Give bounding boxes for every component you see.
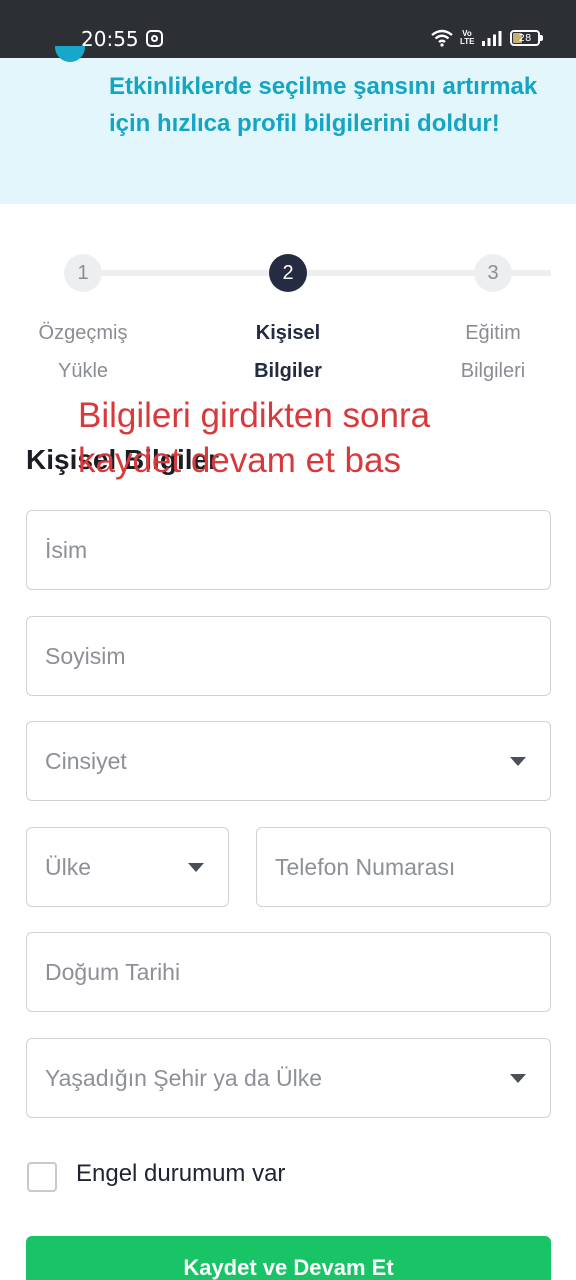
surname-input[interactable]: Soyisim xyxy=(26,616,551,696)
instagram-notification-icon xyxy=(146,30,163,47)
step-2-label: Kişisel Bilgiler xyxy=(213,314,363,390)
volte-icon: Vo LTE xyxy=(460,29,475,46)
status-time: 20:55 xyxy=(81,27,139,51)
annotation-overlay-text: Bilgileri girdikten sonra kaydet devam e… xyxy=(78,396,431,480)
gender-placeholder: Cinsiyet xyxy=(45,747,127,774)
birthdate-input[interactable]: Doğum Tarihi xyxy=(26,932,551,1012)
phone-placeholder: Telefon Numarası xyxy=(275,853,456,880)
step-3-circle[interactable]: 3 xyxy=(474,254,512,292)
progress-stepper: 1 2 3 Özgeçmiş Yükle Kişisel Bilgiler Eğ… xyxy=(0,254,576,394)
gender-select[interactable]: Cinsiyet xyxy=(26,721,551,801)
disability-checkbox-label[interactable]: Engel durumum var xyxy=(76,1160,285,1188)
step-3-label-line2: Bilgileri xyxy=(460,360,526,382)
country-placeholder: Ülke xyxy=(45,853,92,880)
step-2-circle[interactable]: 2 xyxy=(269,254,307,292)
step-3-label: Eğitim Bilgileri xyxy=(418,314,568,390)
info-icon xyxy=(55,46,85,62)
step-2-label-line1: Kişisel xyxy=(255,322,321,344)
disability-checkbox[interactable] xyxy=(27,1162,57,1192)
surname-placeholder: Soyisim xyxy=(45,642,126,669)
banner-text: Etkinliklerde seçilme şansını artırmak i… xyxy=(109,73,538,137)
city-placeholder: Yaşadığın Şehir ya da Ülke xyxy=(45,1064,323,1091)
country-code-select[interactable]: Ülke xyxy=(26,827,229,907)
step-1-label-line2: Yükle xyxy=(57,360,109,382)
step-connector-1 xyxy=(102,270,270,276)
step-2-label-line2: Bilgiler xyxy=(254,360,322,382)
step-connector-2 xyxy=(306,270,474,276)
chevron-down-icon xyxy=(510,1074,526,1083)
step-1-label-line1: Özgeçmiş xyxy=(38,322,128,344)
step-1-circle[interactable]: 1 xyxy=(64,254,102,292)
wifi-icon xyxy=(431,29,453,47)
step-1-label: Özgeçmiş Yükle xyxy=(8,314,158,390)
birthdate-placeholder: Doğum Tarihi xyxy=(45,958,181,985)
name-placeholder: İsim xyxy=(45,536,88,563)
chevron-down-icon xyxy=(510,757,526,766)
city-select[interactable]: Yaşadığın Şehir ya da Ülke xyxy=(26,1038,551,1118)
chevron-down-icon xyxy=(188,863,204,872)
status-icons: Vo LTE 28 xyxy=(431,26,543,50)
battery-icon: 28 xyxy=(510,30,543,46)
step-3-label-line1: Eğitim xyxy=(465,322,521,344)
signal-icon xyxy=(482,31,502,46)
step-connector-3 xyxy=(510,270,551,276)
phone-input[interactable]: Telefon Numarası xyxy=(256,827,551,907)
name-input[interactable]: İsim xyxy=(26,510,551,590)
status-bar: 20:55 Vo LTE 28 xyxy=(0,0,576,58)
info-banner: Etkinliklerde seçilme şansını artırmak i… xyxy=(0,46,576,204)
save-and-continue-button[interactable]: Kaydet ve Devam Et xyxy=(26,1236,551,1280)
battery-percent: 28 xyxy=(518,32,532,44)
